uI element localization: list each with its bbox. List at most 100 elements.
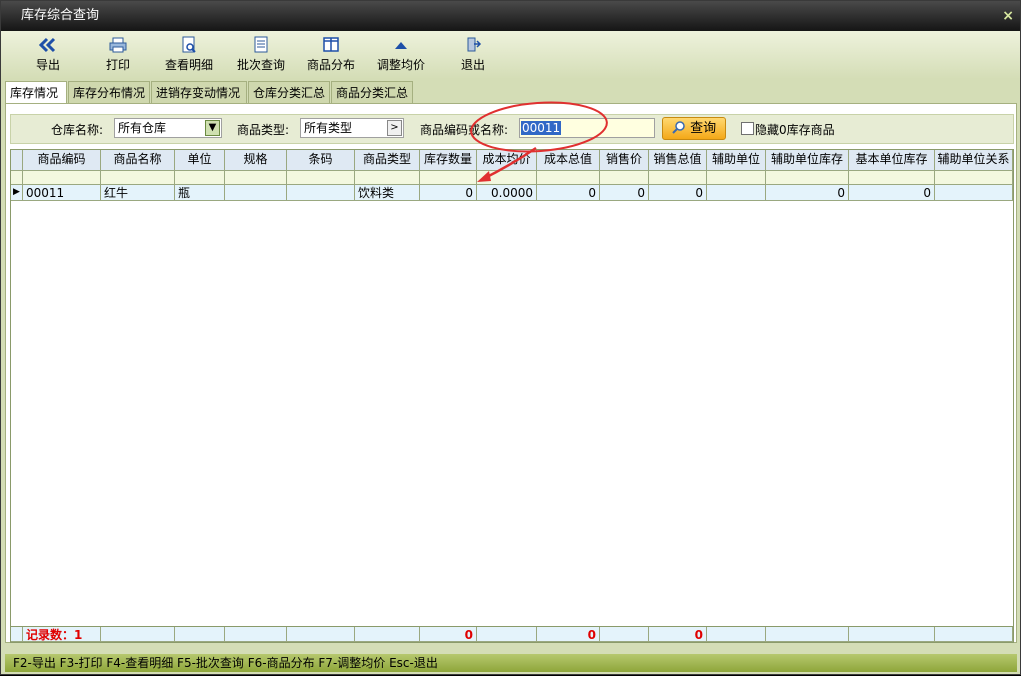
cell-sale-price[interactable]: 0 xyxy=(600,185,649,201)
footer-cell xyxy=(707,627,766,642)
chevron-right-icon[interactable]: > xyxy=(387,120,402,136)
filter-cell[interactable] xyxy=(287,171,355,185)
printer-icon xyxy=(109,37,127,53)
column-header[interactable]: 基本单位库存 xyxy=(849,150,935,171)
close-icon[interactable]: × xyxy=(1002,1,1014,31)
record-count: 记录数：1 xyxy=(23,627,101,642)
filter-cell[interactable] xyxy=(849,171,935,185)
product-code-value: 00011 xyxy=(521,121,562,135)
footer-cell xyxy=(225,627,287,642)
inventory-query-window: 库存综合查询 × 导出 打印 查看明细 批次查询 商品分布 调整均价 退出 库存… xyxy=(0,0,1021,675)
filter-cell[interactable] xyxy=(935,171,1013,185)
window-title: 库存综合查询 xyxy=(21,8,100,23)
product-distribution-button[interactable]: 商品分布 xyxy=(303,36,359,73)
exit-door-icon xyxy=(467,37,482,52)
adjust-average-price-label: 调整均价 xyxy=(376,58,425,72)
column-header[interactable]: 商品编码 xyxy=(23,150,101,171)
column-header[interactable]: 辅助单位 xyxy=(707,150,766,171)
filter-cell[interactable] xyxy=(420,171,477,185)
double-chevron-left-icon xyxy=(38,37,56,53)
product-distribution-label: 商品分布 xyxy=(306,58,355,72)
cell-cost-total[interactable]: 0 xyxy=(537,185,600,201)
column-header[interactable]: 成本总值 xyxy=(537,150,600,171)
footer-cell xyxy=(766,627,849,642)
footer-cell xyxy=(175,627,225,642)
adjust-average-price-button[interactable]: 调整均价 xyxy=(373,36,429,73)
cell-spec[interactable] xyxy=(225,185,287,201)
cell-stock-qty[interactable]: 0 xyxy=(420,185,477,201)
cell-aux-unit[interactable] xyxy=(707,185,766,201)
hide-zero-label: 隐藏0库存商品 xyxy=(755,123,835,137)
cell-code[interactable]: 00011 xyxy=(23,185,101,201)
filter-cell[interactable] xyxy=(766,171,849,185)
query-button[interactable]: 查询 xyxy=(662,117,726,140)
cell-sales-total[interactable]: 0 xyxy=(649,185,707,201)
cell-avg-cost[interactable]: 0.0000 xyxy=(477,185,537,201)
cell-aux-relation[interactable] xyxy=(935,185,1013,201)
column-header[interactable]: 商品类型 xyxy=(355,150,420,171)
batch-query-button[interactable]: 批次查询 xyxy=(233,36,289,73)
column-header[interactable]: 商品名称 xyxy=(101,150,175,171)
warehouse-label: 仓库名称: xyxy=(51,123,104,137)
warehouse-select[interactable]: 所有仓库 ▼ xyxy=(114,118,222,138)
product-type-label: 商品类型: xyxy=(237,123,290,137)
tab-stock-movement[interactable]: 进销存变动情况 xyxy=(151,81,247,103)
column-header[interactable]: 条码 xyxy=(287,150,355,171)
hide-zero-checkbox[interactable] xyxy=(741,122,754,135)
view-detail-label: 查看明细 xyxy=(164,58,213,72)
tab-inventory-distribution[interactable]: 库存分布情况 xyxy=(68,81,150,103)
product-type-value: 所有类型 xyxy=(304,121,353,135)
tab-inventory-status[interactable]: 库存情况 xyxy=(5,81,67,104)
filter-cell[interactable] xyxy=(537,171,600,185)
tab-product-category-summary[interactable]: 商品分类汇总 xyxy=(331,81,413,103)
cell-type[interactable]: 饮料类 xyxy=(355,185,420,201)
chevron-down-icon[interactable]: ▼ xyxy=(205,120,220,136)
cell-base-stock[interactable]: 0 xyxy=(849,185,935,201)
tab-warehouse-summary[interactable]: 仓库分类汇总 xyxy=(248,81,330,103)
footer-cell xyxy=(287,627,355,642)
filter-cell[interactable] xyxy=(649,171,707,185)
cell-name[interactable]: 红牛 xyxy=(101,185,175,201)
cell-unit[interactable]: 瓶 xyxy=(175,185,225,201)
exit-label: 退出 xyxy=(460,58,485,72)
row-pointer-icon: ▶ xyxy=(11,185,23,201)
filter-cell[interactable] xyxy=(600,171,649,185)
table-filter-row xyxy=(11,171,1013,185)
filter-cell[interactable] xyxy=(355,171,420,185)
print-button[interactable]: 打印 xyxy=(101,36,135,73)
column-header[interactable]: 辅助单位库存 xyxy=(766,150,849,171)
exit-button[interactable]: 退出 xyxy=(456,36,490,73)
filter-cell[interactable] xyxy=(175,171,225,185)
product-code-input[interactable]: 00011 xyxy=(519,118,655,138)
footer-cell xyxy=(355,627,420,642)
footer-cell xyxy=(935,627,1013,642)
footer-sales-total: 0 xyxy=(649,627,707,642)
footer-cell xyxy=(477,627,537,642)
list-icon xyxy=(254,36,268,53)
print-label: 打印 xyxy=(105,58,130,72)
magnifier-icon xyxy=(672,121,685,134)
product-type-select[interactable]: 所有类型 > xyxy=(300,118,404,138)
column-header[interactable]: 成本均价 xyxy=(477,150,537,171)
column-header[interactable]: 单位 xyxy=(175,150,225,171)
column-header[interactable]: 销售总值 xyxy=(649,150,707,171)
table-row[interactable]: ▶ 00011 红牛 瓶 饮料类 0 0.0000 0 0 0 0 0 xyxy=(11,185,1013,201)
filter-cell[interactable] xyxy=(225,171,287,185)
table-footer-row: 记录数：1 0 0 0 xyxy=(11,626,1013,642)
column-header[interactable]: 库存数量 xyxy=(420,150,477,171)
export-button[interactable]: 导出 xyxy=(31,36,65,73)
filter-cell[interactable] xyxy=(101,171,175,185)
document-search-icon xyxy=(182,36,196,53)
footer-stock-total: 0 xyxy=(420,627,477,642)
column-header[interactable]: 规格 xyxy=(225,150,287,171)
column-header[interactable]: 销售价 xyxy=(600,150,649,171)
column-header[interactable]: 辅助单位关系 xyxy=(935,150,1013,171)
query-label: 查询 xyxy=(690,121,717,136)
filter-cell[interactable] xyxy=(23,171,101,185)
view-detail-button[interactable]: 查看明细 xyxy=(161,36,217,73)
cell-aux-stock[interactable]: 0 xyxy=(766,185,849,201)
table-header-row: 商品编码 商品名称 单位 规格 条码 商品类型 库存数量 成本均价 成本总值 销… xyxy=(11,150,1013,171)
filter-cell[interactable] xyxy=(477,171,537,185)
cell-barcode[interactable] xyxy=(287,185,355,201)
filter-cell[interactable] xyxy=(707,171,766,185)
